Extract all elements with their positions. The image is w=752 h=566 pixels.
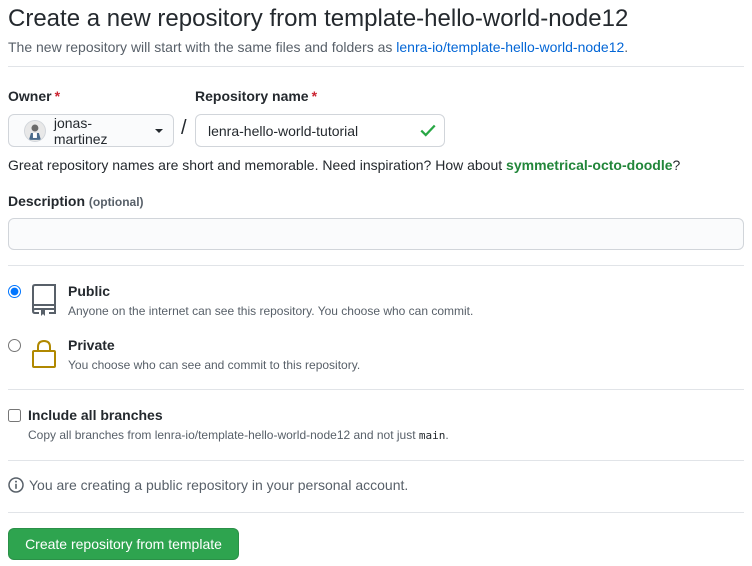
chevron-down-icon (155, 128, 163, 133)
page-title: Create a new repository from template-he… (8, 5, 629, 32)
new-repo-page: Create a new repository from template-he… (0, 0, 752, 566)
suggested-name[interactable]: symmetrical-octo-doodle (506, 157, 672, 173)
divider (8, 512, 744, 513)
template-link[interactable]: lenra-io/template-hello-world-node12 (396, 39, 624, 55)
inspiration-suffix: ? (672, 157, 681, 173)
subtitle-suffix: . (624, 39, 629, 55)
page-subtitle: The new repository will start with the s… (8, 38, 628, 56)
repo-name-label-text: Repository name (195, 88, 309, 104)
repo-icon (32, 284, 56, 316)
divider (8, 265, 744, 266)
private-radio[interactable] (8, 339, 21, 352)
public-desc: Anyone on the internet can see this repo… (68, 304, 474, 318)
divider (8, 460, 744, 461)
include-branches-checkbox[interactable] (8, 409, 21, 422)
repo-name-input[interactable] (195, 114, 445, 147)
description-label: Description (optional) (8, 193, 144, 209)
owner-repo-separator: / (181, 117, 187, 139)
info-icon (8, 477, 24, 493)
owner-select-button[interactable]: jonas-martinez (8, 114, 174, 147)
divider (8, 66, 744, 67)
lock-icon (32, 339, 56, 368)
create-repository-button[interactable]: Create repository from template (8, 528, 239, 560)
owner-label: Owner * (8, 88, 60, 104)
include-branches-desc: Copy all branches from lenra-io/template… (28, 428, 449, 442)
subtitle-prefix: The new repository will start with the s… (8, 39, 397, 55)
description-label-text: Description (8, 193, 86, 209)
description-input[interactable] (8, 218, 744, 250)
info-notice: You are creating a public repository in … (8, 477, 408, 493)
optional-hint: (optional) (88, 195, 144, 209)
branches-desc-suffix: . (445, 428, 449, 442)
info-text: You are creating a public repository in … (29, 477, 409, 493)
owner-label-text: Owner (8, 88, 52, 104)
required-mark: * (311, 88, 318, 104)
private-desc: You choose who can see and commit to thi… (68, 358, 361, 372)
branches-desc-prefix: Copy all branches from lenra-io/template… (28, 428, 419, 442)
inspiration-prefix: Great repository names are short and mem… (8, 157, 507, 173)
avatar-image (25, 120, 45, 141)
divider (8, 389, 744, 390)
include-branches-title: Include all branches (28, 407, 163, 423)
repo-name-label: Repository name * (195, 88, 317, 104)
required-mark: * (54, 88, 61, 104)
check-icon (420, 124, 436, 137)
public-radio[interactable] (8, 285, 21, 298)
owner-name: jonas-martinez (53, 114, 108, 147)
public-title: Public (68, 283, 111, 299)
private-title: Private (68, 337, 115, 353)
branch-code: main (418, 429, 446, 442)
name-inspiration: Great repository names are short and mem… (8, 157, 680, 173)
avatar (24, 119, 46, 142)
